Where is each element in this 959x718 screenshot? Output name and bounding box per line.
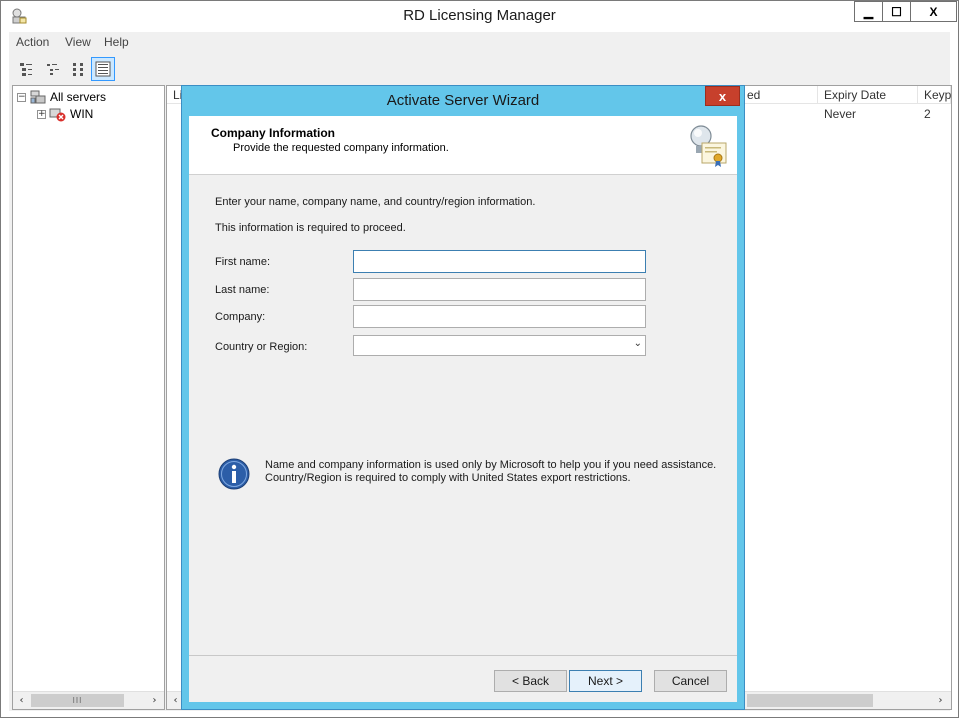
close-icon: x — [718, 88, 727, 104]
title-bar[interactable]: RD Licensing Manager ▁ ☐ X — [1, 1, 958, 32]
last-name-label: Last name: — [215, 284, 270, 296]
small-icons-view-icon — [47, 64, 59, 75]
company-label: Company: — [215, 311, 266, 323]
column-header-issued[interactable]: ed — [741, 86, 818, 104]
info-text: Name and company information is used onl… — [265, 459, 717, 484]
close-icon: X — [929, 4, 938, 19]
intro-text: Enter your name, company name, and count… — [215, 196, 536, 208]
cell-keypacks: 2 — [924, 107, 931, 121]
wizard-page-subtitle: Provide the requested company informatio… — [233, 142, 449, 154]
first-name-label: First name: — [215, 256, 271, 268]
maximize-icon: ☐ — [891, 4, 902, 19]
minimize-icon: ▁ — [863, 4, 874, 19]
list-view-icon — [73, 63, 83, 76]
window-title: RD Licensing Manager — [403, 7, 556, 24]
minimize-button[interactable]: ▁ — [854, 1, 883, 22]
cancel-button[interactable]: Cancel — [654, 670, 727, 692]
back-button[interactable]: < Back — [494, 670, 567, 692]
menu-help[interactable]: Help — [104, 35, 129, 49]
tree-pane[interactable]: − All servers + WIN ‹ III › — [12, 85, 165, 710]
column-header-expiry-date[interactable]: Expiry Date — [818, 86, 918, 104]
menu-action[interactable]: Action — [16, 35, 49, 49]
company-field[interactable] — [353, 305, 646, 328]
country-select[interactable]: ⌄ — [353, 335, 646, 356]
tree-label-win: WIN — [70, 107, 94, 121]
scroll-thumb[interactable] — [747, 694, 873, 707]
scroll-thumb[interactable]: III — [31, 694, 124, 707]
tree-label-all-servers: All servers — [50, 90, 107, 104]
cell-expiry-date: Never — [824, 107, 857, 121]
last-name-field[interactable] — [353, 278, 646, 301]
dialog-close-button[interactable]: x — [705, 86, 740, 106]
close-button[interactable]: X — [910, 1, 957, 22]
details-view-icon — [95, 61, 111, 77]
scroll-left-icon[interactable]: ‹ — [13, 692, 30, 709]
dialog-title: Activate Server Wizard — [386, 92, 540, 109]
large-icons-view-button[interactable] — [14, 57, 38, 81]
chevron-down-icon: ⌄ — [633, 338, 642, 349]
servers-icon — [30, 90, 46, 104]
large-icons-view-icon — [20, 63, 32, 76]
details-view-button[interactable] — [91, 57, 115, 81]
expand-icon[interactable]: + — [37, 109, 46, 119]
list-view-button[interactable] — [67, 57, 91, 81]
menu-bar: Action View Help — [9, 32, 950, 55]
server-error-icon — [49, 108, 66, 122]
wizard-header: Company Information Provide the requeste… — [189, 116, 737, 175]
collapse-icon[interactable]: − — [17, 92, 26, 102]
dialog-client-area: Company Information Provide the requeste… — [189, 116, 737, 702]
menu-view[interactable]: View — [65, 35, 91, 49]
scroll-right-icon[interactable]: › — [146, 692, 163, 709]
toolbar — [9, 54, 950, 84]
small-icons-view-button[interactable] — [41, 57, 65, 81]
certificate-icon — [690, 125, 727, 167]
next-button[interactable]: Next > — [569, 670, 642, 692]
tree-node-all-servers[interactable]: − All servers — [17, 89, 106, 105]
tree-hscrollbar[interactable]: ‹ III › — [13, 691, 164, 709]
first-name-field[interactable] — [353, 250, 646, 273]
activate-server-wizard-dialog: Activate Server Wizard x Company Informa… — [181, 85, 745, 710]
maximize-button[interactable]: ☐ — [882, 1, 911, 22]
button-divider — [189, 655, 737, 656]
wizard-page-title: Company Information — [211, 126, 336, 140]
scroll-right-icon[interactable]: › — [932, 692, 949, 709]
country-label: Country or Region: — [215, 341, 308, 353]
tree-node-win[interactable]: + WIN — [37, 106, 93, 122]
column-header-keypacks[interactable]: Keyp — [918, 86, 951, 104]
info-icon — [218, 458, 250, 490]
required-note: This information is required to proceed. — [215, 222, 406, 234]
